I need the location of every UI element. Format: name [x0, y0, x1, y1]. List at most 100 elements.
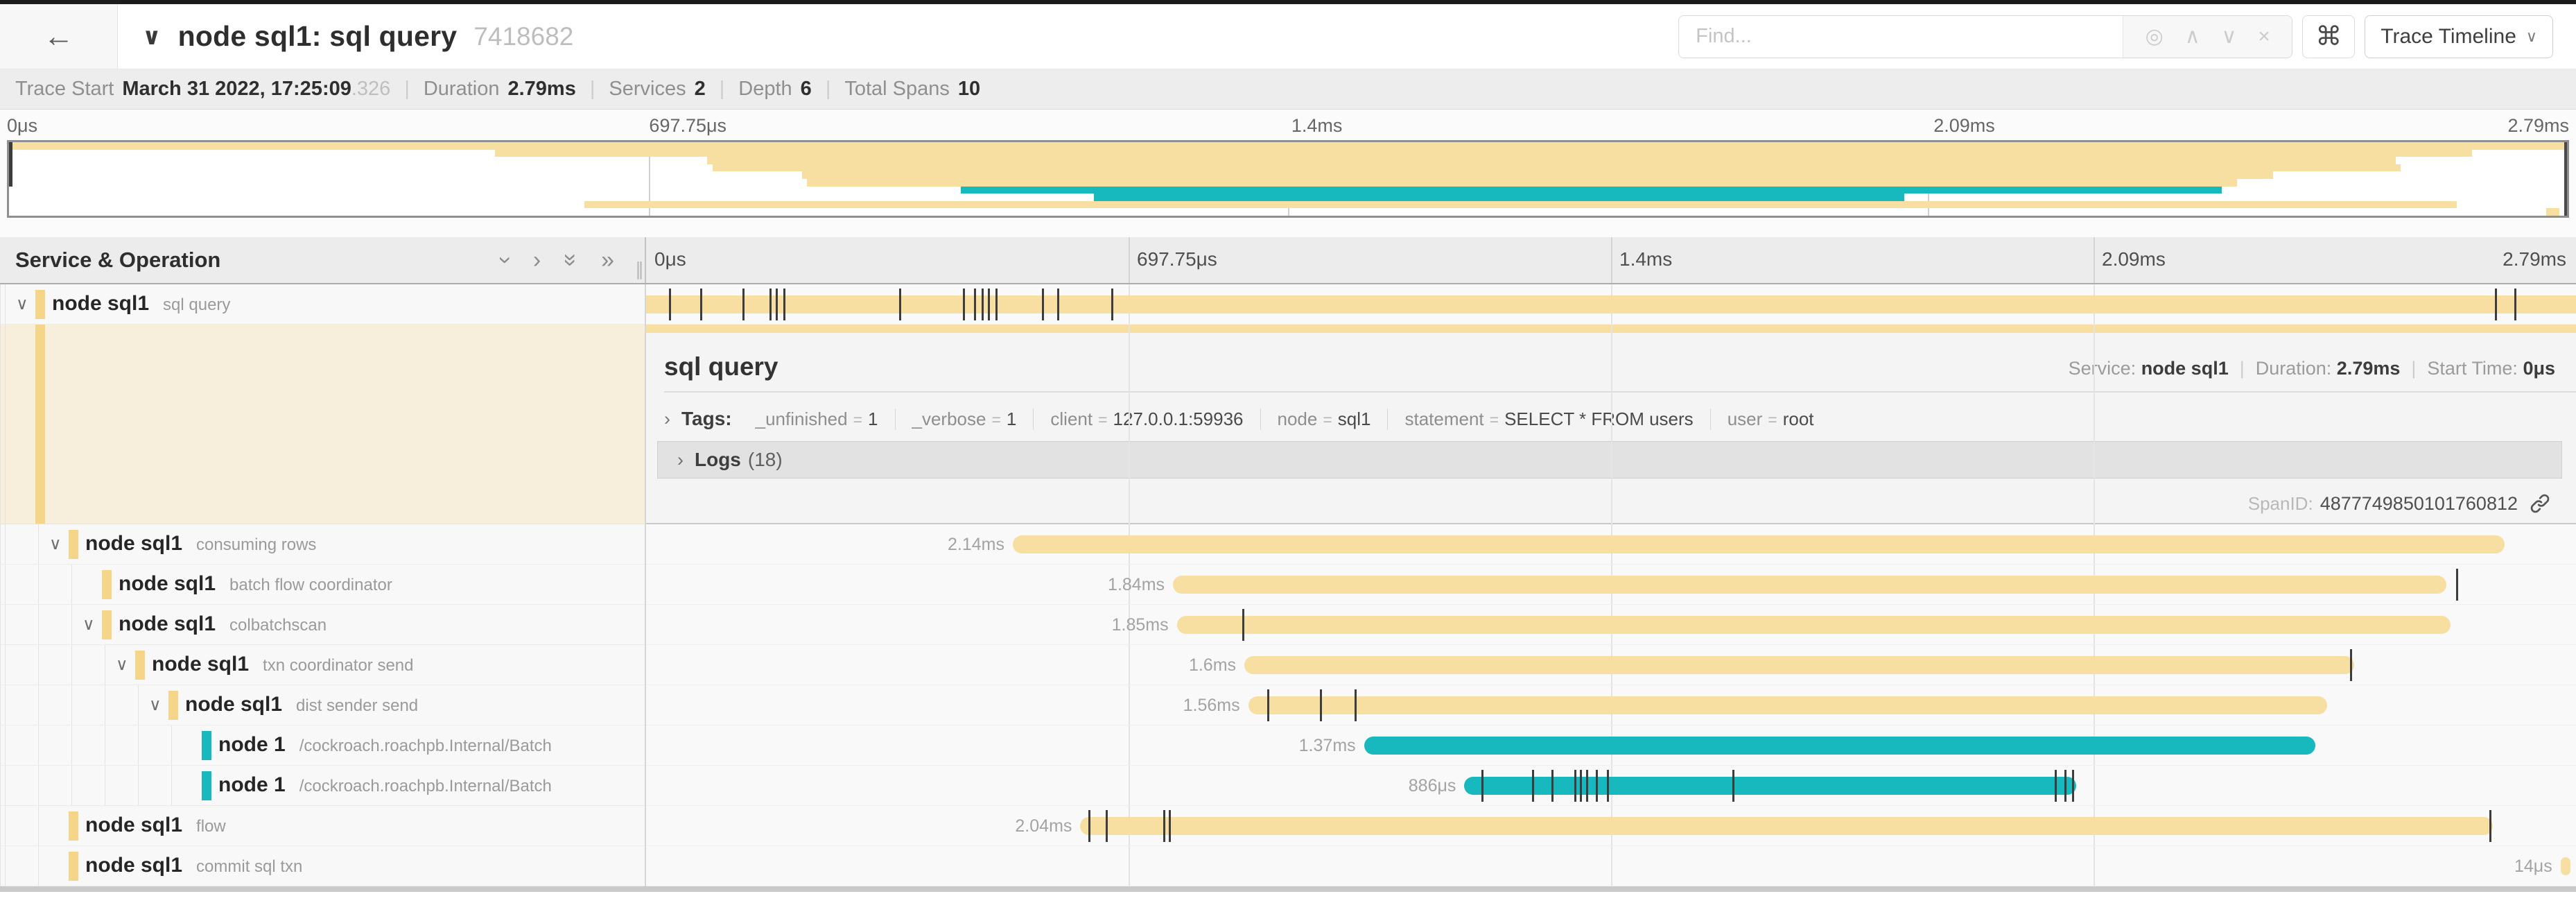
log-marker — [2495, 289, 2497, 320]
log-marker — [995, 289, 998, 320]
span-operation-name: consuming rows — [196, 535, 316, 554]
timeline-row-6[interactable]: 1.37ms — [646, 725, 2576, 766]
span-bar[interactable] — [1013, 535, 2505, 553]
separator: | — [826, 78, 831, 101]
back-button[interactable]: ← — [0, 4, 118, 69]
tree-depth-guide — [5, 645, 6, 685]
find-next-icon[interactable]: ∨ — [2221, 24, 2236, 49]
logs-row[interactable]: › Logs (18) — [657, 441, 2562, 479]
tree-row-consuming-rows[interactable]: ∨ node sql1consuming rows — [1, 524, 645, 565]
tags-label: Tags: — [681, 408, 732, 430]
tree-depth-guide — [38, 645, 39, 685]
collapse-all-icon[interactable]: » — [559, 254, 583, 267]
tree-row--cockroach-roachpb-internal-batch[interactable]: node 1/cockroach.roachpb.Internal/Batch — [1, 766, 645, 806]
page-title: node sql1: sql query — [178, 20, 458, 53]
timeline-row-2[interactable]: 1.84ms — [646, 565, 2576, 605]
timeline-row-1[interactable]: 2.14ms — [646, 524, 2576, 565]
chevron-down-icon[interactable]: ∨ — [16, 294, 28, 314]
find-prev-icon[interactable]: ∧ — [2185, 24, 2200, 49]
tree-row-commit-sql-txn[interactable]: node sql1commit sql txn — [1, 846, 645, 886]
tree-depth-guide — [5, 806, 6, 845]
collapse-one-icon[interactable]: › — [494, 256, 517, 264]
span-bar[interactable] — [1080, 817, 2493, 835]
separator: | — [720, 78, 725, 101]
chevron-down-icon[interactable]: ∨ — [82, 614, 95, 635]
timeline-row-4[interactable]: 1.6ms — [646, 645, 2576, 685]
timeline-row-5[interactable]: 1.56ms — [646, 685, 2576, 725]
log-marker — [776, 289, 778, 320]
span-operation-name: commit sql txn — [196, 857, 302, 876]
tree-row-flow[interactable]: node sql1flow — [1, 806, 645, 846]
tag-item: statement=SELECT * FROM users — [1387, 409, 1709, 430]
tree-row-txn-coordinator-send[interactable]: ∨node sql1txn coordinator send — [1, 645, 645, 685]
tree-row-colbatchscan[interactable]: ∨node sql1colbatchscan — [1, 605, 645, 645]
trace-header: ← ∨ node sql1: sql query 7418682 ◎ ∧ ∨ ×… — [0, 4, 2576, 69]
span-bar[interactable] — [1173, 576, 2446, 594]
find-input[interactable] — [1679, 16, 2123, 58]
span-bar[interactable] — [1244, 656, 2354, 674]
span-detail-title: sql query — [664, 352, 778, 381]
span-service-name: node sql1dist sender send — [185, 693, 418, 716]
span-bar[interactable] — [1364, 737, 2316, 755]
span-duration-label: 1.85ms — [1112, 615, 1169, 635]
tree-row-sql-query[interactable]: ∨node sql1sql query — [1, 284, 645, 325]
timeline-row-3[interactable]: 1.85ms — [646, 605, 2576, 645]
log-marker — [1732, 770, 1734, 802]
timeline-row-0[interactable] — [646, 284, 2576, 325]
tree-depth-guide — [71, 725, 72, 765]
minimap-span-bar — [707, 157, 2395, 164]
log-marker — [2489, 810, 2491, 842]
tags-row[interactable]: › Tags: _unfinished=1_verbose=1client=12… — [664, 402, 2562, 436]
minimap-row — [9, 187, 2567, 194]
timeline-row-9[interactable]: 14μs — [646, 846, 2576, 886]
equals-sign: = — [1490, 411, 1499, 429]
tag-key: statement — [1404, 409, 1483, 429]
find-suffix-controls: ◎ ∧ ∨ × — [2123, 16, 2292, 58]
log-marker — [1596, 770, 1598, 802]
span-service-name: node sql1consuming rows — [85, 532, 316, 556]
log-marker — [1042, 289, 1044, 320]
link-icon[interactable] — [2529, 492, 2551, 515]
log-marker — [963, 289, 965, 320]
log-marker — [2064, 770, 2066, 802]
tree-row-batch-flow-coordinator[interactable]: node sql1batch flow coordinator — [1, 565, 645, 605]
span-color-bar — [135, 651, 145, 680]
tag-value: 1 — [868, 409, 878, 429]
chevron-down-icon[interactable]: ∨ — [149, 695, 162, 715]
tree-depth-guide — [71, 565, 72, 604]
overview-label: Duration: — [2256, 358, 2337, 379]
minimap-span-bar — [495, 150, 2472, 157]
log-marker — [1586, 770, 1588, 802]
minimap-canvas[interactable] — [7, 140, 2569, 218]
find-clear-icon[interactable]: × — [2258, 25, 2270, 49]
chevron-down-icon[interactable]: ∨ — [49, 534, 62, 554]
minimap-drag-handle-left[interactable] — [9, 142, 12, 187]
span-bar[interactable] — [2561, 857, 2570, 875]
overview-label: Service: — [2069, 358, 2141, 379]
span-bar[interactable] — [646, 295, 2576, 313]
span-bar[interactable] — [1177, 616, 2451, 634]
expand-one-icon[interactable]: › — [533, 248, 541, 272]
span-operation-name: sql query — [163, 295, 230, 314]
span-service-name: node sql1flow — [85, 814, 226, 837]
timeline-row-7[interactable]: 886μs — [646, 766, 2576, 806]
tree-row-dist-sender-send[interactable]: ∨ node sql1dist sender send — [1, 685, 645, 725]
trace-view-selector[interactable]: Trace Timeline ∨ — [2365, 15, 2553, 58]
tree-row--cockroach-roachpb-internal-batch[interactable]: node 1/cockroach.roachpb.Internal/Batch — [1, 725, 645, 766]
minimap-drag-handle-right[interactable] — [2564, 142, 2567, 216]
tree-depth-guide — [138, 725, 139, 765]
column-resize-handle[interactable]: ∥ — [635, 259, 645, 280]
tag-item: user=root — [1710, 409, 1831, 430]
collapse-trace-chevron-icon[interactable]: ∨ — [142, 23, 162, 51]
keyboard-shortcuts-button[interactable]: ⌘ — [2302, 15, 2355, 58]
span-bar[interactable] — [1248, 696, 2327, 714]
span-bar[interactable] — [1464, 777, 2076, 795]
chevron-down-icon[interactable]: ∨ — [116, 655, 128, 675]
expand-all-icon[interactable]: » — [601, 248, 614, 272]
timeline-row-8[interactable]: 2.04ms — [646, 806, 2576, 846]
span-id-row: SpanID: 4877749850101760812 — [2248, 488, 2551, 519]
service-operation-title: Service & Operation — [15, 248, 220, 273]
minimap-span-bar — [584, 201, 2457, 209]
tree-depth-guide — [138, 685, 139, 725]
locate-icon[interactable]: ◎ — [2146, 24, 2164, 49]
